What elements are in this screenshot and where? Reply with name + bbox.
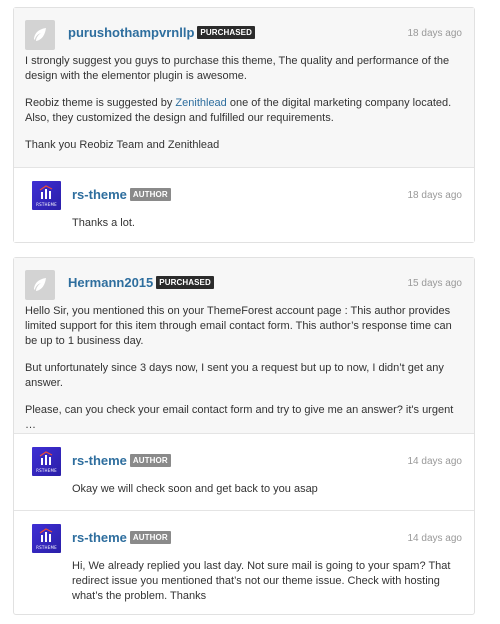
comment-paragraph: Please, can you check your email contact…: [25, 404, 454, 431]
purchased-badge: PURCHASED: [156, 276, 214, 289]
reply-paragraph: Thanks a lot.: [72, 217, 135, 229]
comment-paragraph: Thank you Reobiz Team and Zenithlead: [25, 139, 220, 151]
comment-paragraph: Hello Sir, you mentioned this on your Th…: [25, 305, 452, 347]
comment-timestamp[interactable]: 18 days ago: [408, 28, 463, 39]
buyer-comment: Hermann2015 PURCHASED 15 days ago Hello …: [14, 258, 474, 434]
reply-paragraph: Hi, We already replied you last day. Not…: [72, 560, 451, 602]
author-badge: AUTHOR: [129, 188, 171, 201]
comment-paragraph: But unfortunately since 3 days now, I se…: [25, 362, 444, 389]
rstheme-logo-icon[interactable]: RSTHEME: [32, 447, 61, 476]
comment-thread: purushothampvrnllp PURCHASED 18 days ago…: [13, 7, 475, 243]
comment-thread: Hermann2015 PURCHASED 15 days ago Hello …: [13, 257, 475, 615]
username-link[interactable]: rs-theme: [72, 453, 127, 468]
buyer-comment: purushothampvrnllp PURCHASED 18 days ago…: [14, 8, 474, 168]
author-reply: RSTHEME rs-theme AUTHOR 18 days ago Than…: [14, 168, 474, 242]
username-link[interactable]: purushothampvrnllp: [68, 25, 194, 40]
username-link[interactable]: rs-theme: [72, 187, 127, 202]
author-badge: AUTHOR: [129, 454, 171, 467]
reply-body: Okay we will check soon and get back to …: [72, 482, 462, 509]
comment-header: Hermann2015 PURCHASED: [68, 275, 214, 290]
rstheme-logo-icon[interactable]: RSTHEME: [32, 524, 61, 553]
reply-timestamp[interactable]: 14 days ago: [408, 533, 463, 544]
reply-paragraph: Okay we will check soon and get back to …: [72, 483, 318, 495]
reply-body: Hi, We already replied you last day. Not…: [72, 559, 462, 616]
author-reply: RSTHEME rs-theme AUTHOR 14 days ago Okay…: [14, 434, 474, 511]
purchased-badge: PURCHASED: [197, 26, 255, 39]
reply-body: Thanks a lot.: [72, 216, 462, 243]
default-avatar-icon[interactable]: [25, 20, 55, 50]
comment-paragraph: I strongly suggest you guys to purchase …: [25, 55, 450, 82]
comment-header: purushothampvrnllp PURCHASED: [68, 25, 255, 40]
reply-header: rs-theme AUTHOR: [72, 530, 171, 545]
avatar-text: RSTHEME: [36, 202, 57, 207]
comment-body: I strongly suggest you guys to purchase …: [25, 54, 462, 165]
zenithlead-link[interactable]: Zenithlead: [175, 97, 226, 109]
comment-paragraph: Reobiz theme is suggested by Zenithlead …: [25, 96, 462, 126]
reply-header: rs-theme AUTHOR: [72, 453, 171, 468]
comment-timestamp[interactable]: 15 days ago: [408, 278, 463, 289]
rstheme-logo-icon[interactable]: RSTHEME: [32, 181, 61, 210]
username-link[interactable]: Hermann2015: [68, 275, 153, 290]
username-link[interactable]: rs-theme: [72, 530, 127, 545]
avatar-text: RSTHEME: [36, 468, 57, 473]
comment-body: Hello Sir, you mentioned this on your Th…: [25, 304, 462, 445]
author-reply: RSTHEME rs-theme AUTHOR 14 days ago Hi, …: [14, 511, 474, 612]
reply-header: rs-theme AUTHOR: [72, 187, 171, 202]
avatar-text: RSTHEME: [36, 545, 57, 550]
author-badge: AUTHOR: [129, 531, 171, 544]
reply-timestamp[interactable]: 18 days ago: [408, 190, 463, 201]
text-span: Reobiz theme is suggested by: [25, 97, 176, 109]
default-avatar-icon[interactable]: [25, 270, 55, 300]
reply-timestamp[interactable]: 14 days ago: [408, 456, 463, 467]
